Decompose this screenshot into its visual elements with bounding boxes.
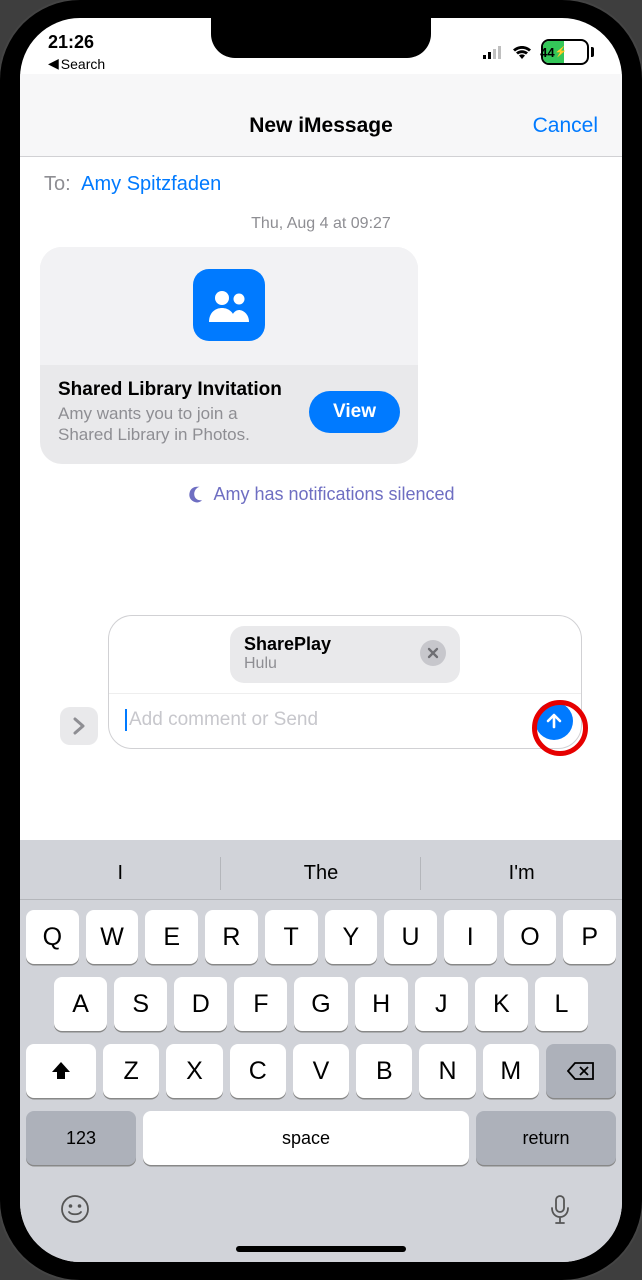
key-x[interactable]: X [166, 1044, 222, 1098]
key-q[interactable]: Q [26, 910, 79, 964]
view-button[interactable]: View [309, 391, 400, 433]
cancel-button[interactable]: Cancel [533, 114, 598, 138]
screen: 21:26 ◀ Search 44⚡ New [20, 18, 622, 1262]
emoji-icon [60, 1194, 90, 1224]
to-label: To: [44, 173, 71, 195]
back-label: Search [61, 56, 105, 72]
to-recipient[interactable]: Amy Spitzfaden [81, 173, 221, 195]
key-row-2: A S D F G H J K L [26, 977, 616, 1031]
key-v[interactable]: V [293, 1044, 349, 1098]
dictation-button[interactable] [548, 1194, 572, 1232]
suggestion-1[interactable]: I [20, 848, 221, 899]
key-f[interactable]: F [234, 977, 287, 1031]
backspace-key[interactable] [546, 1044, 616, 1098]
remove-attachment-button[interactable] [420, 640, 446, 666]
key-i[interactable]: I [444, 910, 497, 964]
key-w[interactable]: W [86, 910, 139, 964]
shared-library-card[interactable]: Shared Library Invitation Amy wants you … [40, 247, 418, 464]
arrow-up-icon [544, 711, 564, 731]
key-row-3: Z X C V B N M [26, 1044, 616, 1098]
device-frame: 21:26 ◀ Search 44⚡ New [0, 0, 642, 1280]
status-back-to-search[interactable]: ◀ Search [48, 55, 105, 72]
attachment-subtitle: Hulu [244, 655, 331, 673]
space-key[interactable]: space [143, 1111, 469, 1165]
card-preview [40, 247, 418, 365]
key-z[interactable]: Z [103, 1044, 159, 1098]
home-indicator[interactable] [236, 1246, 406, 1252]
key-c[interactable]: C [230, 1044, 286, 1098]
silenced-text: Amy has notifications silenced [213, 484, 454, 505]
key-y[interactable]: Y [325, 910, 378, 964]
key-r[interactable]: R [205, 910, 258, 964]
key-s[interactable]: S [114, 977, 167, 1031]
key-e[interactable]: E [145, 910, 198, 964]
cellular-icon [483, 45, 503, 59]
emoji-button[interactable] [60, 1194, 90, 1232]
key-n[interactable]: N [419, 1044, 475, 1098]
status-time: 21:26 [48, 32, 105, 53]
return-key[interactable]: return [476, 1111, 616, 1165]
key-row-1: Q W E R T Y U I O P [26, 910, 616, 964]
predictive-row: I The I'm [20, 848, 622, 900]
shareplay-attachment[interactable]: SharePlay Hulu [230, 626, 460, 683]
mic-icon [548, 1194, 572, 1226]
compose-bubble: SharePlay Hulu Add comment or Send [108, 615, 582, 749]
key-p[interactable]: P [563, 910, 616, 964]
backspace-icon [567, 1061, 595, 1081]
moon-icon [187, 485, 205, 503]
key-u[interactable]: U [384, 910, 437, 964]
key-j[interactable]: J [415, 977, 468, 1031]
wifi-icon [511, 44, 533, 60]
key-t[interactable]: T [265, 910, 318, 964]
suggestion-2[interactable]: The [221, 848, 422, 899]
card-subtitle: Amy wants you to join a Shared Library i… [58, 403, 297, 446]
shift-key[interactable] [26, 1044, 96, 1098]
people-icon [193, 269, 265, 341]
key-a[interactable]: A [54, 977, 107, 1031]
message-timestamp: Thu, Aug 4 at 09:27 [40, 215, 602, 233]
notifications-silenced[interactable]: Amy has notifications silenced [40, 464, 602, 525]
key-o[interactable]: O [504, 910, 557, 964]
suggestion-3[interactable]: I'm [421, 848, 622, 899]
page-title: New iMessage [249, 114, 393, 138]
key-g[interactable]: G [294, 977, 347, 1031]
key-k[interactable]: K [475, 977, 528, 1031]
card-title: Shared Library Invitation [58, 379, 297, 401]
key-h[interactable]: H [355, 977, 408, 1031]
compose-area: SharePlay Hulu Add comment or Send [40, 615, 602, 759]
expand-apps-button[interactable] [60, 707, 98, 745]
numbers-key[interactable]: 123 [26, 1111, 136, 1165]
key-l[interactable]: L [535, 977, 588, 1031]
key-b[interactable]: B [356, 1044, 412, 1098]
keyboard: I The I'm Q W E R T Y U I O P A [20, 840, 622, 1262]
shift-icon [50, 1060, 72, 1082]
message-thread: Thu, Aug 4 at 09:27 Shared Library Invit… [20, 209, 622, 840]
key-d[interactable]: D [174, 977, 227, 1031]
message-input[interactable]: Add comment or Send [125, 709, 535, 731]
send-button[interactable] [535, 702, 573, 740]
key-m[interactable]: M [483, 1044, 539, 1098]
back-chevron-icon: ◀ [48, 55, 59, 72]
key-row-4: 123 space return [26, 1111, 616, 1165]
to-field[interactable]: To: Amy Spitzfaden [20, 157, 622, 209]
battery-indicator: 44⚡ [541, 39, 594, 65]
attachment-title: SharePlay [244, 634, 331, 655]
nav-header: New iMessage Cancel [20, 74, 622, 157]
notch [211, 18, 431, 58]
